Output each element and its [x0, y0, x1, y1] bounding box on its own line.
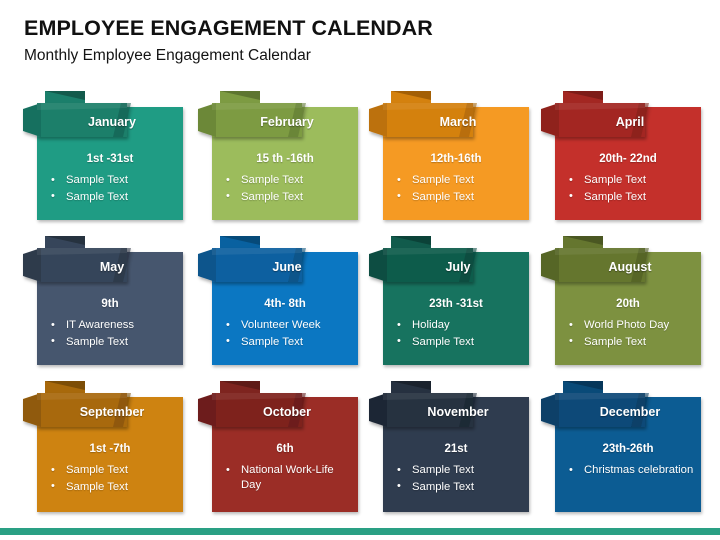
month-bullet-item: Holiday	[393, 318, 523, 333]
month-name-label: January	[88, 115, 136, 129]
month-bullet-list: HolidaySample Text	[393, 318, 523, 351]
month-bullet-item: Sample Text	[47, 334, 177, 350]
month-name-label: March	[439, 115, 477, 129]
month-bullet-list: Sample TextSample Text	[222, 173, 352, 206]
slide-canvas: EMPLOYEE ENGAGEMENT CALENDAR Monthly Emp…	[0, 0, 720, 540]
month-name-label: December	[599, 405, 661, 419]
month-bullet-item: Volunteer Week	[222, 318, 352, 333]
month-name-label: October	[263, 405, 311, 419]
month-card-february[interactable]: 15 th -16th Sample TextSample Text Februar…	[198, 91, 358, 220]
month-card-september[interactable]: 1st -7th Sample TextSample Text September	[23, 381, 183, 512]
month-ribbon-banner: December	[541, 381, 716, 437]
month-date-range: 20th	[616, 298, 640, 310]
month-ribbon-banner: July	[369, 236, 544, 292]
month-date-range: 1st -7th	[89, 443, 131, 455]
month-ribbon-banner: September	[23, 381, 198, 437]
month-bullet-item: Sample Text	[47, 479, 177, 495]
month-ribbon-banner: April	[541, 91, 716, 147]
month-bullet-item: Sample Text	[565, 334, 695, 350]
month-date-range: 15 th -16th	[256, 153, 314, 165]
month-bullet-item: IT Awareness	[47, 318, 177, 333]
month-card-october[interactable]: 6th National Work-Life Day October	[198, 381, 358, 512]
month-bullet-list: Volunteer WeekSample Text	[222, 318, 352, 351]
month-bullet-item: Sample Text	[393, 479, 523, 495]
month-bullet-item: World Photo Day	[565, 318, 695, 333]
month-name-label: May	[99, 260, 125, 274]
month-bullet-item: Sample Text	[393, 189, 523, 205]
month-bullet-item: Sample Text	[222, 189, 352, 205]
month-date-range: 6th	[276, 443, 294, 455]
month-date-range: 21st	[444, 443, 468, 455]
month-bullet-item: Sample Text	[47, 463, 177, 478]
month-card-july[interactable]: 23th -31st HolidaySample Text July	[369, 236, 529, 365]
month-ribbon-banner: March	[369, 91, 544, 147]
month-ribbon-banner: August	[541, 236, 716, 292]
month-bullet-list: National Work-Life Day	[222, 462, 352, 494]
month-bullet-list: Christmas celebration	[565, 463, 695, 480]
month-card-august[interactable]: 20th World Photo DaySample Text August	[541, 236, 701, 365]
footer-accent-bar	[0, 528, 720, 535]
month-ribbon-banner: October	[198, 381, 373, 437]
month-bullet-list: Sample TextSample Text	[393, 463, 523, 496]
month-bullet-list: Sample TextSample Text	[565, 173, 695, 206]
month-bullet-item: Christmas celebration	[565, 463, 695, 478]
month-bullet-item: Sample Text	[222, 334, 352, 350]
month-bullet-item: Sample Text	[47, 189, 177, 205]
month-card-january[interactable]: 1st -31st Sample TextSample Text January	[23, 91, 183, 220]
month-bullet-list: Sample TextSample Text	[47, 173, 177, 206]
month-date-range: 9th	[101, 298, 119, 310]
month-bullet-item: Sample Text	[222, 173, 352, 188]
month-bullet-item: Sample Text	[393, 463, 523, 478]
month-name-label: September	[79, 405, 145, 419]
month-date-range: 12th-16th	[430, 153, 482, 165]
month-card-november[interactable]: 21st Sample TextSample Text November	[369, 381, 529, 512]
month-bullet-list: Sample TextSample Text	[47, 463, 177, 496]
month-date-range: 1st -31st	[86, 153, 134, 165]
month-name-label: June	[272, 260, 302, 274]
month-bullet-item: Sample Text	[393, 173, 523, 188]
month-bullet-list: IT AwarenessSample Text	[47, 318, 177, 351]
month-bullet-item: Sample Text	[47, 173, 177, 188]
month-date-range: 4th- 8th	[264, 298, 306, 310]
month-name-label: November	[427, 405, 489, 419]
month-ribbon-banner: February	[198, 91, 373, 147]
month-card-december[interactable]: 23th-26th Christmas celebration December	[541, 381, 701, 512]
month-card-april[interactable]: 20th- 22nd Sample TextSample Text April	[541, 91, 701, 220]
month-bullet-item: Sample Text	[393, 334, 523, 350]
calendar-grid: 1st -31stSample TextSample TextJanuary15…	[0, 0, 720, 540]
month-card-june[interactable]: 4th- 8th Volunteer WeekSample Text June	[198, 236, 358, 365]
month-bullet-item: Sample Text	[565, 173, 695, 188]
month-date-range: 23th-26th	[602, 443, 654, 455]
month-bullet-item: National Work-Life Day	[222, 462, 352, 492]
month-bullet-list: Sample TextSample Text	[393, 173, 523, 206]
month-card-may[interactable]: 9th IT AwarenessSample Text May	[23, 236, 183, 365]
month-bullet-list: World Photo DaySample Text	[565, 318, 695, 351]
month-card-march[interactable]: 12th-16th Sample TextSample Text March	[369, 91, 529, 220]
month-ribbon-banner: June	[198, 236, 373, 292]
month-ribbon-banner: January	[23, 91, 198, 147]
month-ribbon-banner: May	[23, 236, 198, 292]
month-name-label: August	[608, 260, 652, 274]
month-name-label: February	[260, 115, 314, 129]
month-ribbon-banner: November	[369, 381, 544, 437]
month-name-label: April	[615, 115, 645, 129]
month-date-range: 20th- 22nd	[599, 153, 657, 165]
month-date-range: 23th -31st	[429, 298, 483, 310]
month-bullet-item: Sample Text	[565, 189, 695, 205]
month-name-label: July	[445, 260, 471, 274]
